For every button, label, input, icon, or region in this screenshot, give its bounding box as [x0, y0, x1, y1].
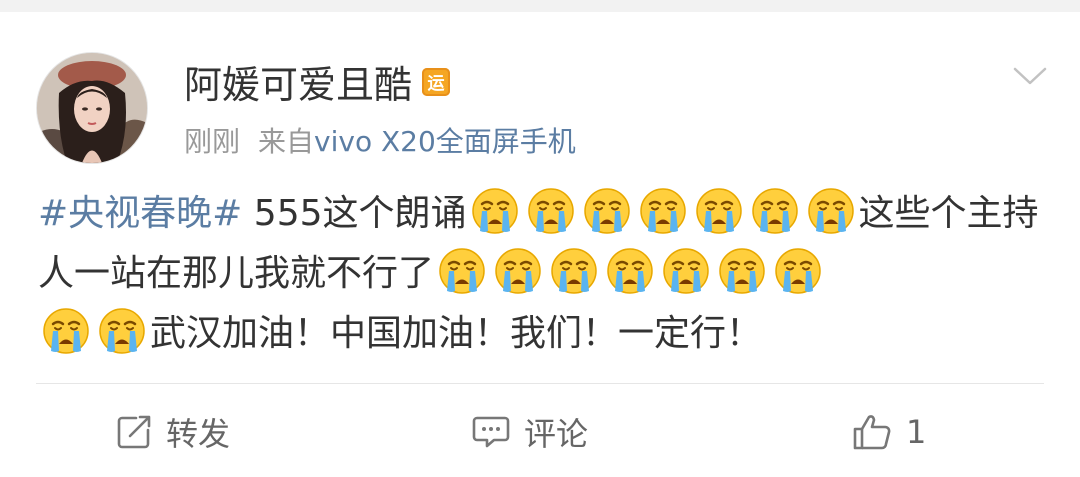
repost-icon	[117, 415, 151, 449]
username[interactable]: 阿媛可爱且酷 运	[184, 54, 451, 109]
post-content: #央视春晚# 555这个朗诵 这些个主持人一站在那儿我就不行了 武汉加油！中国加油！…	[38, 184, 1048, 364]
crying-face-icon	[639, 187, 687, 235]
crying-face-icon	[438, 247, 486, 295]
comment-icon	[472, 416, 510, 448]
crying-face-icon	[718, 247, 766, 295]
repost-button[interactable]: 转发	[116, 410, 230, 454]
username-text: 阿媛可爱且酷	[184, 63, 413, 107]
crying-face-icon	[774, 247, 822, 295]
crying-face-icon	[42, 307, 90, 355]
comment-button[interactable]: 评论	[472, 410, 588, 454]
crying-face-icon	[583, 187, 631, 235]
repost-label: 转发	[166, 415, 231, 453]
member-badge-icon[interactable]: 运	[422, 67, 451, 96]
crying-face-icon	[471, 187, 519, 235]
divider	[36, 383, 1044, 384]
avatar-image	[37, 53, 147, 163]
topic-link[interactable]: #央视春晚#	[38, 193, 242, 234]
crying-face-icon	[550, 247, 598, 295]
post-text-1: 555这个朗诵	[242, 193, 467, 234]
like-count: 1	[906, 413, 927, 451]
crying-face-icon	[98, 307, 146, 355]
crying-face-icon	[662, 247, 710, 295]
crying-face-icon	[606, 247, 654, 295]
crying-face-icon	[751, 187, 799, 235]
crying-face-icon	[527, 187, 575, 235]
comment-label: 评论	[524, 415, 589, 453]
post-meta: 刚刚 来自vivo X20全面屏手机	[184, 120, 576, 160]
post-text-3: 武汉加油！中国加油！我们！一定行！	[150, 313, 763, 354]
weibo-post-card: 阿媛可爱且酷 运 刚刚 来自vivo X20全面屏手机 #央视春晚# 555这个朗…	[0, 12, 1080, 477]
device-source[interactable]: vivo X20全面屏手机	[314, 125, 576, 158]
avatar[interactable]	[36, 52, 148, 164]
post-time: 刚刚	[184, 125, 241, 158]
like-button[interactable]: 1	[852, 410, 926, 454]
crying-face-icon	[494, 247, 542, 295]
source-prefix: 来自	[258, 125, 315, 158]
chevron-down-icon[interactable]	[1012, 64, 1048, 88]
thumbs-up-icon	[853, 415, 891, 450]
crying-face-icon	[695, 187, 743, 235]
crying-face-icon	[807, 187, 855, 235]
